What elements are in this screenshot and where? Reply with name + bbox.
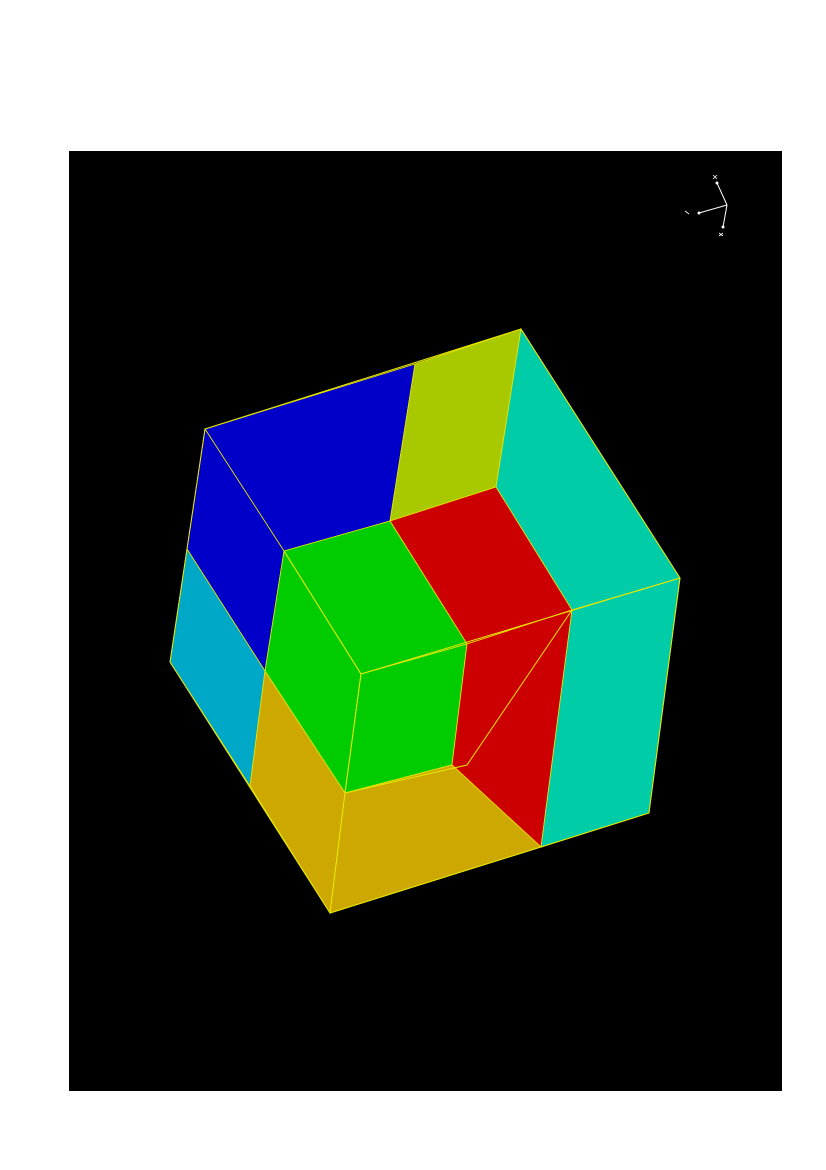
triad-axis-up	[716, 182, 728, 206]
graphics-viewport[interactable]	[69, 151, 782, 1091]
triad-axis-up-tip	[715, 181, 719, 185]
triad-axis-left	[698, 204, 728, 214]
triad-axis-down-tip	[721, 225, 725, 229]
triad-axis-down	[722, 204, 728, 228]
triad-axis-glyph-2	[684, 210, 690, 215]
orientation-triad-icon	[684, 174, 728, 237]
triad-axis-left-tip	[697, 211, 701, 215]
